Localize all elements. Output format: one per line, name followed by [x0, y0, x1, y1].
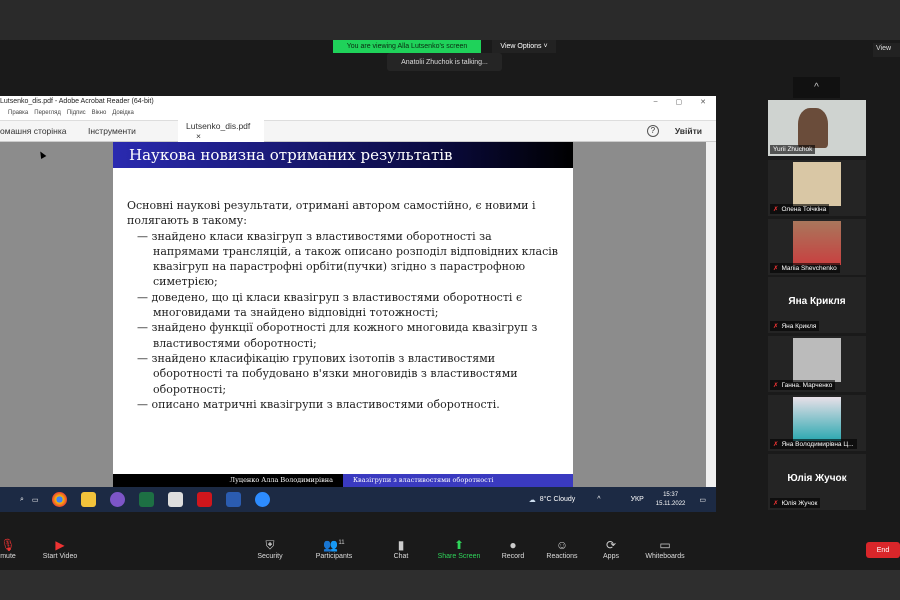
window-title: Lutsenko_dis.pdf - Adobe Acrobat Reader …: [0, 98, 154, 105]
participant-name: ✗ Яна Крикля: [770, 321, 820, 331]
menu-edit[interactable]: Правка: [8, 110, 28, 118]
participants-button[interactable]: 👥11 Participants: [304, 538, 364, 560]
end-meeting-button[interactable]: End: [866, 542, 900, 558]
zoom-app-icon[interactable]: [254, 492, 270, 507]
participant-tile[interactable]: Yurii Zhuchok: [768, 100, 866, 156]
participant-tile[interactable]: ✗ Яна Володимирівна Ц...: [768, 395, 866, 451]
video-off-icon: ▶: [55, 538, 65, 552]
windows-taskbar: ⌕ ▭ ☁ 8°C Cloudy ^ УКР 15:37 15.11.2022 ▭: [0, 487, 716, 512]
participant-name: ✗ Mariia Shevchenko: [770, 263, 840, 273]
file-explorer-icon[interactable]: [80, 492, 96, 507]
time: 15:37: [663, 491, 679, 498]
security-button[interactable]: ⛨ Security: [240, 538, 300, 560]
slide-item: — знайдено функції оборотності для кожно…: [137, 321, 538, 350]
close-window-button[interactable]: ✕: [700, 98, 706, 108]
vertical-scrollbar[interactable]: [706, 142, 716, 487]
participant-name: ✗ Яна Володимирівна Ц...: [770, 439, 857, 449]
word-icon[interactable]: [225, 492, 241, 507]
tab-home[interactable]: омашня сторінка: [0, 126, 88, 136]
meeting-toolbar: 🎙 mute ▶ Start Video ⛨ Security 👥11 Particip…: [0, 530, 900, 570]
muted-mic-icon: ✗: [773, 500, 779, 507]
participant-name: ✗ Юлія Жучок: [770, 498, 821, 508]
menu-sign[interactable]: Підпис: [67, 110, 86, 118]
zoom-top-bar: [0, 0, 900, 40]
muted-mic-icon: ✗: [773, 441, 779, 448]
acrobat-icon[interactable]: [196, 492, 212, 507]
weather-icon: ☁: [528, 496, 536, 504]
avatar: [793, 221, 841, 265]
apps-button[interactable]: ⟳ Apps: [581, 538, 641, 560]
tab-document-label: Lutsenko_dis.pdf: [186, 121, 251, 131]
bottom-bar: [0, 570, 900, 600]
apps-icon: ⟳: [605, 538, 617, 552]
slide-item: — знайдено класи квазігруп з властивостя…: [137, 229, 558, 289]
clock[interactable]: 15:37 15.11.2022: [656, 491, 686, 509]
avatar: [793, 338, 841, 382]
excel-icon[interactable]: [138, 492, 154, 507]
help-icon[interactable]: ?: [646, 125, 659, 137]
language[interactable]: УКР: [631, 496, 644, 503]
minimize-button[interactable]: –: [654, 98, 658, 108]
whiteboards-button[interactable]: ▭ Whiteboards: [635, 538, 695, 560]
participant-tile[interactable]: ✗ Mariia Shevchenko: [768, 219, 866, 275]
share-screen-button[interactable]: ⬆ Share Screen: [429, 538, 489, 560]
search-icon[interactable]: ⌕: [20, 496, 24, 504]
view-button[interactable]: View: [873, 43, 900, 57]
maximize-button[interactable]: ▢: [676, 98, 683, 108]
muted-mic-icon: ✗: [773, 323, 779, 330]
whiteboard-icon: ▭: [659, 538, 671, 552]
video-feed: [798, 108, 828, 148]
notepad-icon[interactable]: [167, 492, 183, 507]
chat-icon: ▮: [397, 538, 405, 552]
talking-indicator: Anatolii Zhuchok is talking...: [387, 53, 502, 71]
avatar: [793, 397, 841, 441]
participant-tile[interactable]: ✗ Ганна. Марченко: [768, 336, 866, 392]
menu-view[interactable]: Перегляд: [34, 110, 61, 118]
pdf-slide: Наукова новизна отриманих результатів Ос…: [113, 142, 573, 487]
muted-mic-icon: ✗: [773, 382, 779, 389]
tray-chevron-icon[interactable]: ^: [597, 496, 600, 503]
participant-name: Yurii Zhuchok: [770, 145, 816, 154]
viewing-banner: You are viewing Alla Lutsenko's screen: [333, 40, 481, 53]
slide-item: — описано матричні квазігрупи з властиво…: [137, 397, 500, 411]
slide-footer-topic: Квазігрупи з властивостями оборотності: [343, 474, 573, 487]
tab-tools[interactable]: Інструменти: [88, 126, 178, 136]
slide-item: — знайдено класифікацію групових ізотопі…: [137, 351, 518, 396]
viber-icon[interactable]: [109, 492, 125, 507]
date: 15.11.2022: [655, 500, 686, 507]
muted-mic-icon: ✗: [773, 206, 779, 213]
participant-name: ✗ Олена Тоічкіна: [770, 204, 830, 214]
participant-display-name: Яна Крикля: [788, 296, 846, 307]
participant-tile[interactable]: ✗ Олена Тоічкіна: [768, 160, 866, 216]
menu-window[interactable]: Вікно: [92, 110, 107, 118]
view-options-button[interactable]: View Options ˅: [492, 40, 556, 53]
slide-title: Наукова новизна отриманих результатів: [113, 142, 573, 168]
gallery-scroll-up-button[interactable]: ^: [793, 77, 840, 98]
close-tab-icon[interactable]: ×: [196, 131, 201, 141]
share-screen-icon: ⬆: [453, 538, 465, 552]
participants-icon: 👥11: [323, 538, 345, 552]
chrome-icon[interactable]: [51, 492, 67, 507]
participant-display-name: Юлія Жучок: [787, 473, 847, 484]
participant-name: ✗ Ганна. Марченко: [770, 380, 836, 390]
chat-button[interactable]: ▮ Chat: [371, 538, 431, 560]
avatar: [793, 162, 841, 206]
slide-intro: Основні наукові результати, отримані авт…: [127, 199, 536, 228]
participant-tile[interactable]: Юлія Жучок ✗ Юлія Жучок: [768, 454, 866, 510]
participant-tile[interactable]: Яна Крикля ✗ Яна Крикля: [768, 277, 866, 333]
muted-mic-icon: ✗: [773, 265, 779, 272]
sign-in-button[interactable]: Увійти: [675, 126, 702, 136]
shield-icon: ⛨: [265, 538, 275, 552]
start-video-button[interactable]: ▶ Start Video: [30, 538, 90, 560]
menu-help[interactable]: Довідка: [112, 110, 134, 118]
slide-footer-author: Луценко Алла Володимирівна: [113, 474, 343, 487]
slide-item: — доведено, що ці класи квазігруп з влас…: [137, 290, 523, 320]
weather[interactable]: 8°C Cloudy: [540, 496, 575, 503]
notifications-icon[interactable]: ▭: [699, 496, 706, 504]
task-view-icon[interactable]: ▭: [32, 496, 39, 504]
